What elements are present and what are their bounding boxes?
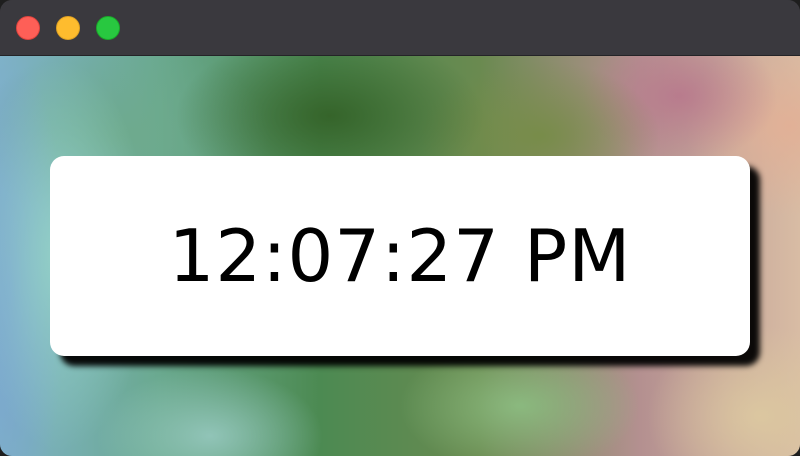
zoom-window-button[interactable] — [96, 16, 120, 40]
clock-time: 12:07:27 PM — [168, 214, 632, 298]
app-window: 12:07:27 PM — [0, 0, 800, 456]
window-content: 12:07:27 PM — [0, 56, 800, 456]
title-bar[interactable] — [0, 0, 800, 56]
close-window-button[interactable] — [16, 16, 40, 40]
clock-card: 12:07:27 PM — [50, 156, 750, 356]
minimize-window-button[interactable] — [56, 16, 80, 40]
